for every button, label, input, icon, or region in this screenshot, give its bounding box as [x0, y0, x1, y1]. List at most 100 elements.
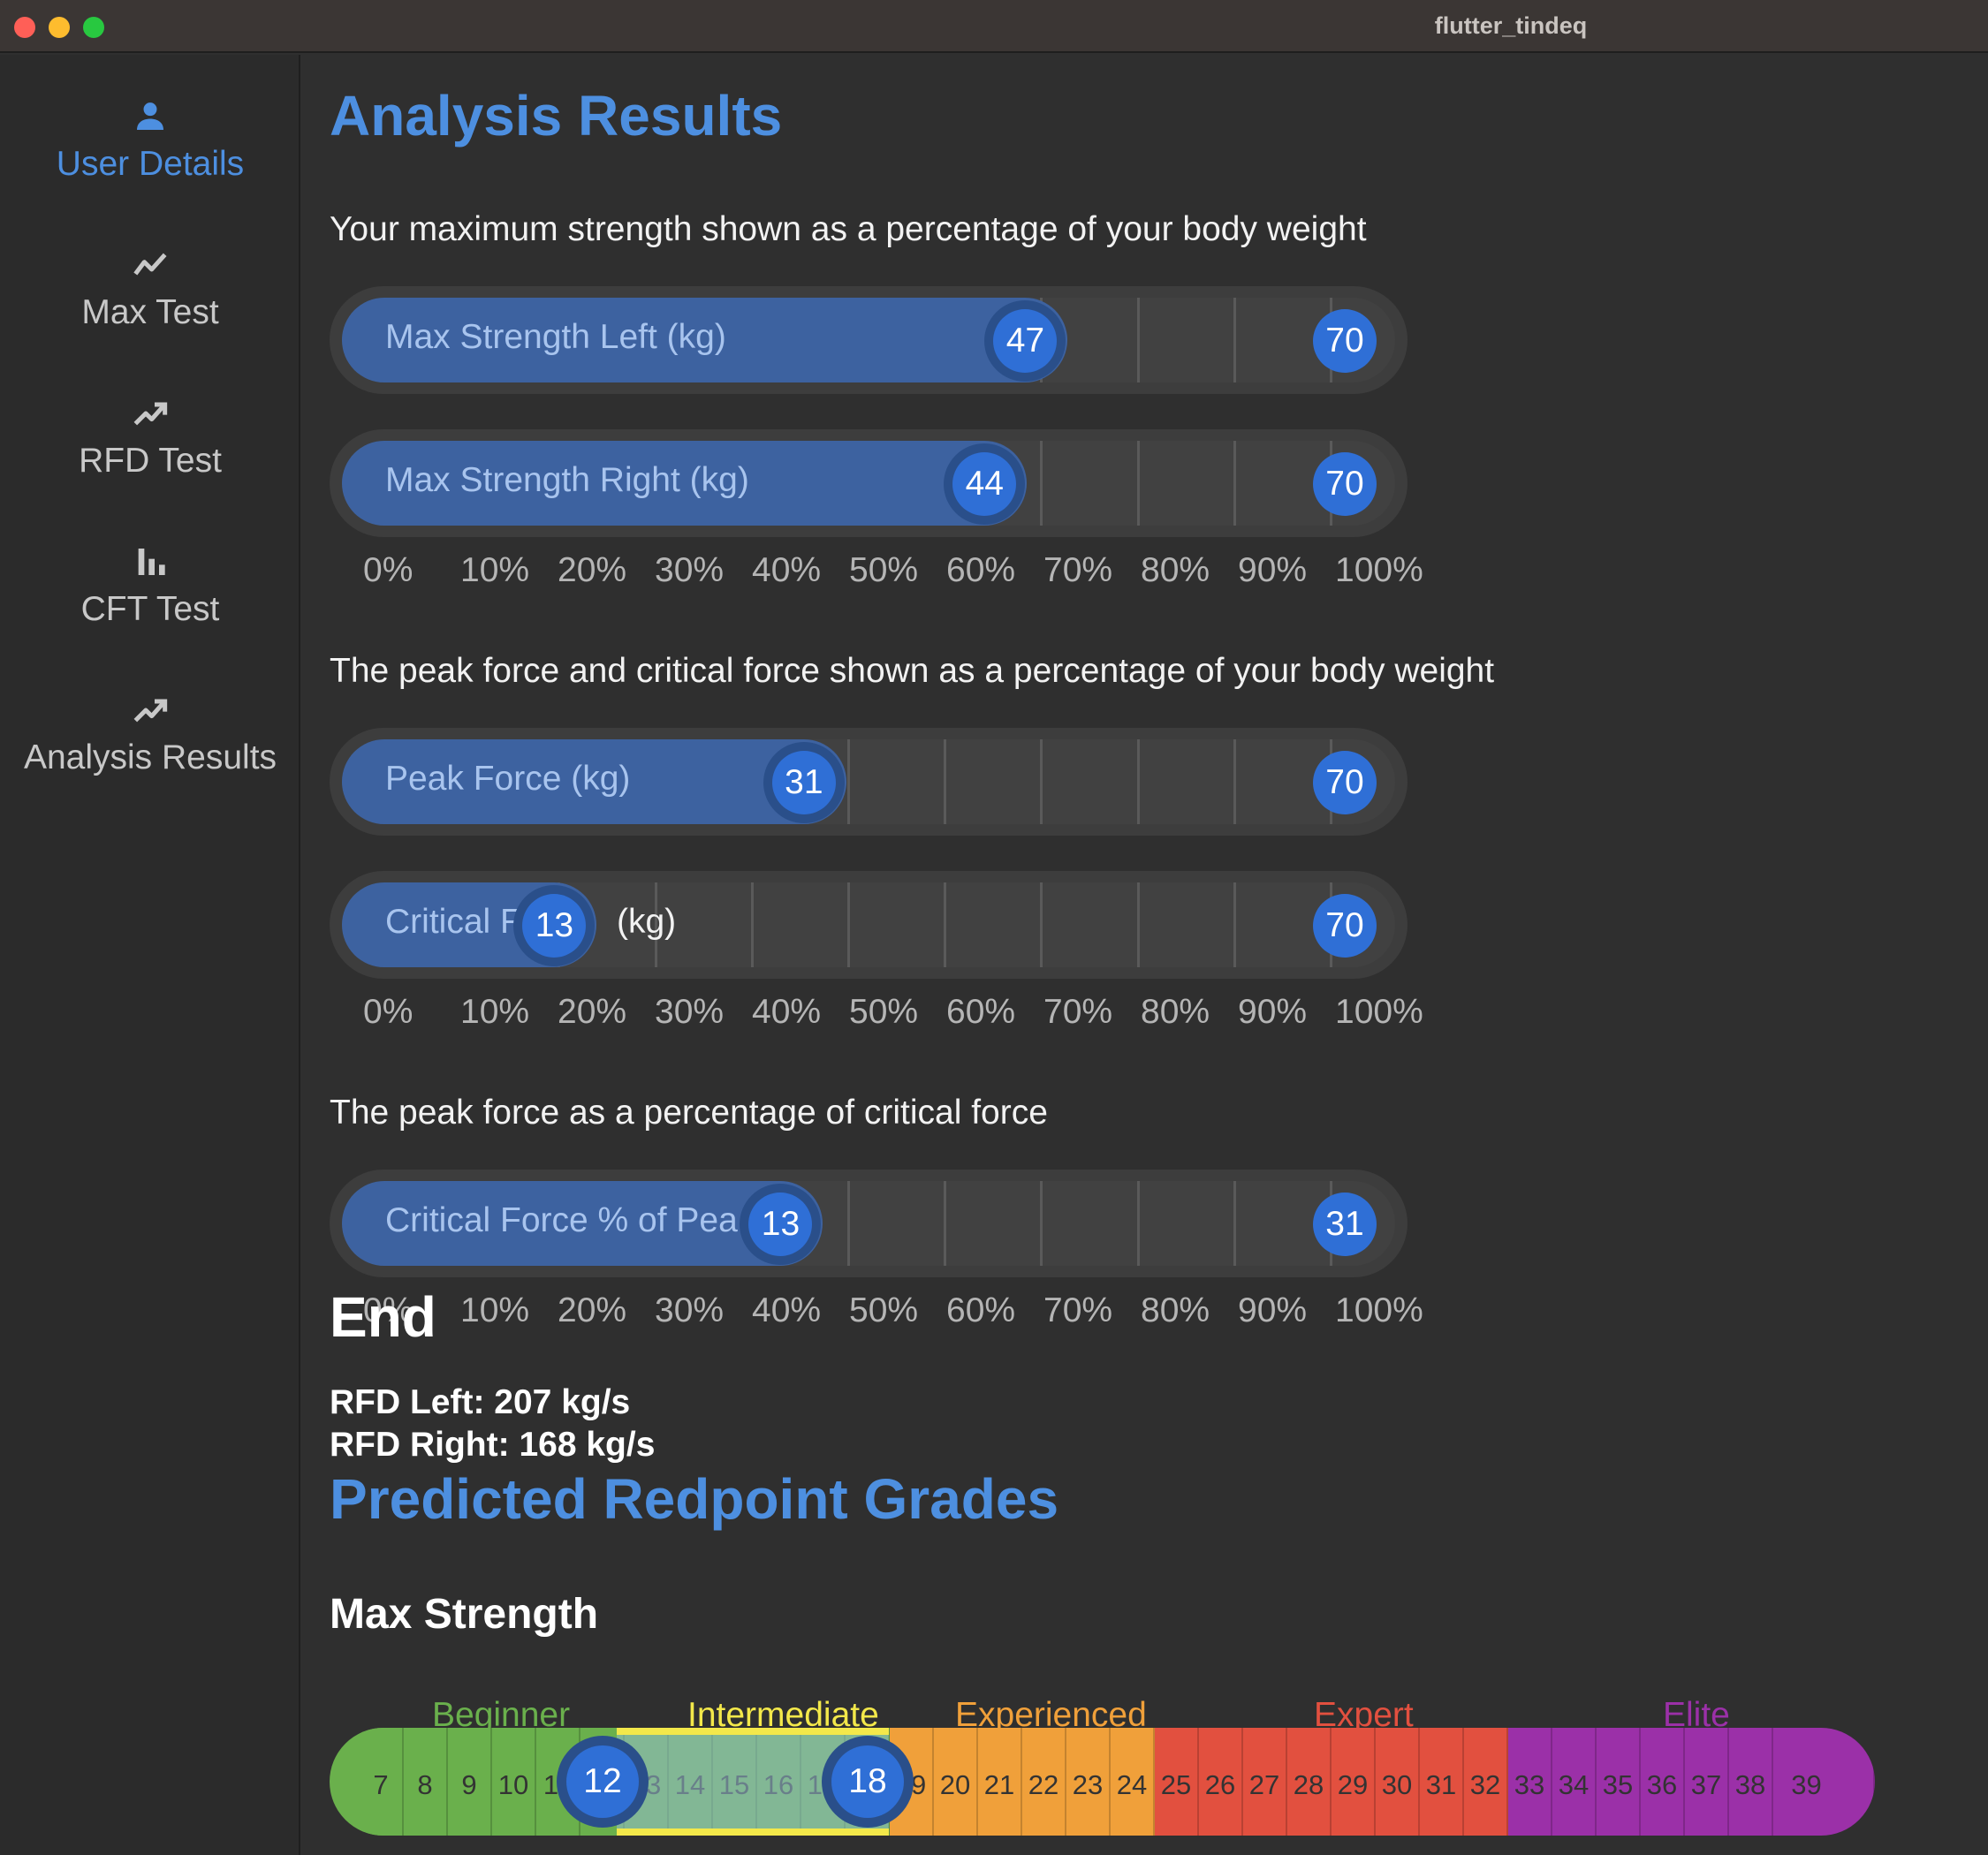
grade-cell: 35 [1597, 1728, 1641, 1836]
grade-cell: 10 [492, 1728, 536, 1836]
slider-label-unit: (kg) [617, 903, 677, 941]
section-subtitle: The peak force as a percentage of critic… [330, 1094, 1048, 1132]
value-knob[interactable]: 13 [522, 894, 587, 958]
percent-tick-label: 20% [558, 993, 627, 1031]
percent-tick-label: 100% [1335, 993, 1423, 1031]
track-tick [1136, 441, 1140, 526]
percent-tick-label: 80% [1141, 1291, 1210, 1329]
next-heading: End [330, 1285, 436, 1349]
section-subtitle: Your maximum strength shown as a percent… [330, 210, 1367, 248]
percent-tick-label: 70% [1043, 993, 1113, 1031]
close-window-button[interactable] [14, 17, 35, 38]
sidebar-item-analysis-results[interactable]: Analysis Results [0, 684, 300, 816]
value-knob[interactable]: 31 [771, 751, 836, 814]
grade-cell: 39 [1773, 1728, 1875, 1836]
percent-tick-label: 90% [1238, 1291, 1308, 1329]
grade-cell: 20 [934, 1728, 978, 1836]
maximize-window-button[interactable] [83, 17, 104, 38]
percent-tick-label: 50% [849, 1291, 919, 1329]
track-tick [847, 1181, 850, 1266]
main-content: Analysis Results Your maximum strength s… [302, 55, 1988, 1855]
grade-cell: 37 [1685, 1728, 1729, 1836]
track-tick [1233, 441, 1236, 526]
track-tick [1040, 739, 1043, 824]
percent-tick-label: 100% [1335, 1291, 1423, 1329]
grade-cell: 31 [1420, 1728, 1464, 1836]
grades-title: Predicted Redpoint Grades [330, 1467, 1059, 1531]
critical-force-percent-slider[interactable]: Critical Force % of Pea 13 31 [330, 1170, 1408, 1277]
title-bar: flutter_tindeq [0, 0, 1988, 53]
max-knob: 31 [1313, 1192, 1377, 1256]
percent-tick-label: 80% [1141, 993, 1210, 1031]
rfd-left-text: RFD Left: 207 kg/s [330, 1383, 631, 1421]
percent-axis: 0% 10% 20% 30% 40% 50% 60% 70% 80% 90% 100% [330, 993, 1443, 1037]
grade-cell: 30 [1376, 1728, 1420, 1836]
sidebar-item-cft-test[interactable]: CFT Test [0, 535, 300, 668]
track-tick [1136, 739, 1140, 824]
track-tick [750, 882, 754, 967]
value-knob[interactable]: 44 [952, 452, 1017, 516]
peak-force-slider[interactable]: Peak Force (kg) 31 70 [330, 728, 1408, 836]
track-tick [1040, 882, 1043, 967]
grade-high-knob[interactable]: 18 [831, 1745, 904, 1818]
percent-tick-label: 70% [1043, 551, 1113, 589]
percent-tick-label: 60% [946, 1291, 1016, 1329]
critical-force-slider[interactable]: Critical F (kg) 13 70 [330, 871, 1408, 979]
sidebar-item-label: User Details [56, 145, 245, 183]
percent-tick-label: 10% [460, 993, 530, 1031]
track-tick [1233, 298, 1236, 382]
percent-tick-label: 90% [1238, 993, 1308, 1031]
grade-cell: 7 [360, 1728, 404, 1836]
percent-tick-label: 90% [1238, 551, 1308, 589]
max-knob: 70 [1313, 452, 1377, 516]
grade-cell: 28 [1287, 1728, 1332, 1836]
grade-cell: 8 [404, 1728, 448, 1836]
grade-cell: 25 [1155, 1728, 1199, 1836]
trending-up-icon [133, 699, 168, 723]
grade-cell: 23 [1066, 1728, 1111, 1836]
track-tick [847, 739, 850, 824]
percent-tick-label: 20% [558, 551, 627, 589]
trending-up-icon [133, 402, 168, 426]
sidebar-item-label: RFD Test [79, 442, 222, 480]
window-title: flutter_tindeq [1434, 12, 1588, 39]
percent-tick-label: 50% [849, 993, 919, 1031]
track-tick [1136, 298, 1140, 382]
percent-tick-label: 10% [460, 551, 530, 589]
max-knob: 70 [1313, 751, 1377, 814]
max-strength-heading: Max Strength [330, 1591, 599, 1638]
percent-tick-label: 10% [460, 1291, 530, 1329]
percent-tick-label: 20% [558, 1291, 627, 1329]
track-tick [944, 739, 947, 824]
sidebar-item-max-test[interactable]: Max Test [0, 238, 300, 371]
track-tick [944, 882, 947, 967]
max-strength-right-slider[interactable]: Max Strength Right (kg) 44 70 [330, 429, 1408, 537]
percent-tick-label: 40% [752, 1291, 822, 1329]
percent-tick-label: 60% [946, 993, 1016, 1031]
slider-label: Peak Force (kg) [385, 760, 631, 798]
value-knob[interactable]: 13 [748, 1192, 813, 1256]
sidebar-item-user-details[interactable]: User Details [0, 90, 300, 223]
percent-tick-label: 0% [363, 551, 414, 589]
slider-label: Critical Force % of Pea [385, 1201, 738, 1239]
grade-cell: 24 [1111, 1728, 1155, 1836]
page-title: Analysis Results [330, 84, 783, 148]
track-tick [1233, 739, 1236, 824]
slider-label: Max Strength Left (kg) [385, 318, 726, 356]
grade-cell: 29 [1332, 1728, 1376, 1836]
sidebar-item-rfd-test[interactable]: RFD Test [0, 387, 300, 519]
grade-cell: 34 [1552, 1728, 1597, 1836]
grade-cell: 38 [1729, 1728, 1773, 1836]
max-strength-left-slider[interactable]: Max Strength Left (kg) 47 70 [330, 286, 1408, 394]
sidebar-item-label: CFT Test [80, 590, 220, 628]
minimize-window-button[interactable] [49, 17, 70, 38]
grade-range-slider[interactable]: 6789101112131415161718192021222324252627… [330, 1728, 1875, 1836]
percent-tick-label: 30% [655, 993, 725, 1031]
value-knob[interactable]: 47 [993, 309, 1058, 373]
section-subtitle: The peak force and critical force shown … [330, 652, 1495, 690]
sidebar-nav: User Details Max Test RFD Test CFT Test [0, 55, 300, 1855]
percent-tick-label: 70% [1043, 1291, 1113, 1329]
percent-tick-label: 80% [1141, 551, 1210, 589]
grade-low-knob[interactable]: 12 [566, 1745, 639, 1818]
track-tick [847, 882, 850, 967]
